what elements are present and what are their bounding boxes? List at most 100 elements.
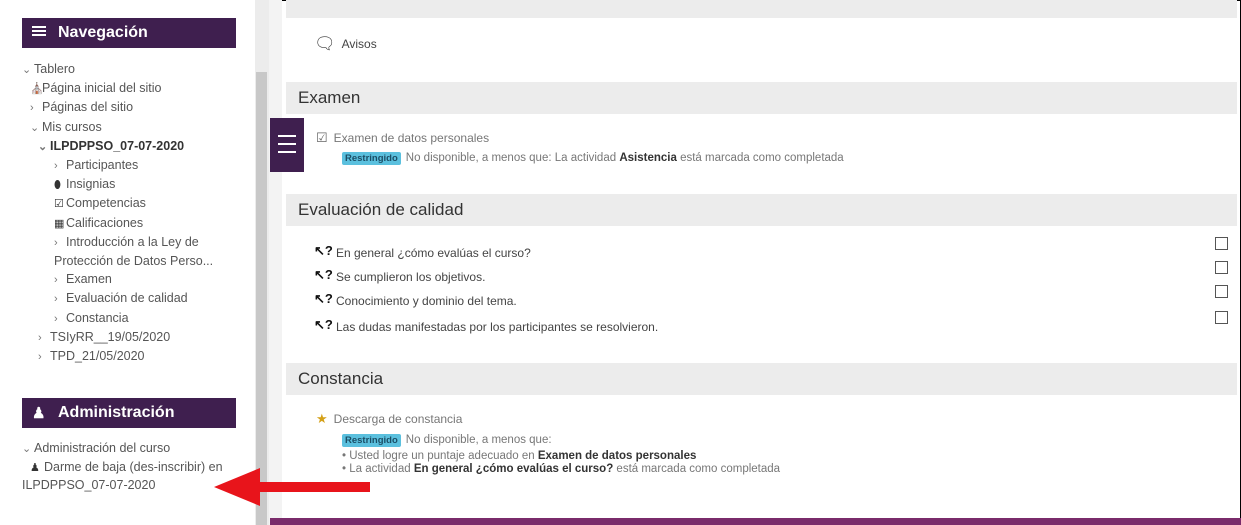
- completion-checkbox[interactable]: [1215, 237, 1228, 250]
- restriction-text: No disponible, a menos que: La actividad: [405, 152, 617, 164]
- hamburger-icon-bar: [278, 151, 296, 153]
- activity-examen-datos-personales[interactable]: ☑ Examen de datos personales: [316, 130, 489, 146]
- question-label: Se cumplieron los objetivos.: [336, 270, 486, 284]
- section-title: Examen: [298, 88, 361, 107]
- administration-tree: ⌄ Administración del curso ♟ Darme de baja…: [22, 440, 242, 495]
- condition-activity-name: Examen de datos personales: [537, 450, 697, 462]
- section-header-evaluacion: Evaluación de calidad: [286, 194, 1237, 226]
- feedback-icon: ↖?: [314, 291, 333, 306]
- chevron-down-icon: ⌄: [22, 443, 32, 455]
- question-label: Conocimiento y dominio del tema.: [336, 294, 517, 308]
- nav-item-mis-cursos[interactable]: ⌄ Mis cursos: [22, 118, 252, 137]
- question-label: Las dudas manifestadas por los participa…: [336, 320, 659, 334]
- nav-item-course-ilpdppso[interactable]: ⌄ ILPDPPSO_07-07-2020: [22, 137, 252, 156]
- nav-item-home[interactable]: ⛪Página inicial del sitio: [22, 79, 252, 98]
- nav-item-competencias[interactable]: ☑ Competencias: [22, 194, 252, 213]
- nav-item-calificaciones[interactable]: ▦ Calificaciones: [22, 214, 252, 233]
- status-badge: Restringido: [342, 434, 401, 447]
- table-icon: ▦: [54, 217, 65, 230]
- chevron-right-icon: ›: [30, 102, 34, 115]
- chevron-right-icon: ›: [54, 274, 58, 287]
- nav-item-insignias[interactable]: ⬮ Insignias: [22, 175, 252, 194]
- nav-item-label: Competencias: [66, 196, 146, 211]
- nav-item-label: Constancia: [66, 310, 129, 325]
- nav-item-paginas-del-sitio[interactable]: › Páginas del sitio: [22, 98, 252, 117]
- nav-item-label: Insignias: [66, 177, 116, 192]
- condition-activity-name: En general ¿cómo evalúas el curso?: [413, 463, 614, 475]
- list-item[interactable]: ↖? Se cumplieron los objetivos.: [314, 261, 1232, 285]
- left-sidebar: Navegación ⌄ Tablero ⛪Página inicial del …: [0, 0, 255, 525]
- unenrol-link-label: Darme de baja (des-inscribir) en ILPDPPS…: [22, 459, 223, 493]
- nav-item-constancia[interactable]: › Constancia: [22, 309, 252, 328]
- nav-item-label: Calificaciones: [66, 215, 144, 230]
- nav-item-label: Página inicial del sitio: [42, 81, 162, 96]
- annotation-arrow-icon: [214, 468, 370, 506]
- column-gap: [269, 0, 282, 525]
- chevron-down-icon: ⌄: [38, 140, 48, 153]
- nav-item-participantes[interactable]: › Participantes: [22, 156, 252, 175]
- completion-checkbox[interactable]: [1215, 261, 1228, 274]
- condition-text: Usted logre un puntaje adecuado en: [349, 450, 535, 462]
- chevron-right-icon: ›: [54, 236, 58, 249]
- avisos-activity[interactable]: 🗨 Avisos: [314, 34, 377, 54]
- drawer-toggle-button[interactable]: [270, 118, 304, 172]
- activity-descarga-constancia[interactable]: ★ Descarga de constancia: [316, 411, 462, 427]
- checkbox-icon: ☑: [54, 198, 64, 211]
- restriction-activity-name: Asistencia: [619, 152, 677, 164]
- nav-item-tablero[interactable]: ⌄ Tablero: [22, 60, 252, 79]
- restriction-note-constancia: Restringido No disponible, a menos que:: [342, 434, 552, 447]
- activity-label: Examen de datos personales: [333, 131, 490, 145]
- nav-item-evaluacion-de-calidad[interactable]: › Evaluación de calidad: [22, 289, 252, 308]
- list-item: • Usted logre un puntaje adecuado en Exa…: [342, 450, 697, 462]
- user-icon: ♟: [32, 405, 46, 422]
- certificate-icon: ★: [316, 411, 328, 426]
- list-item[interactable]: ↖? Conocimiento y dominio del tema.: [314, 285, 1232, 309]
- admin-item-unenrol[interactable]: ♟ Darme de baja (des-inscribir) en ILPDPP…: [22, 459, 232, 495]
- section-title: Constancia: [298, 369, 384, 388]
- restriction-text: está marcada como completada: [680, 152, 844, 164]
- restriction-conditions: • Usted logre un puntaje adecuado en Exa…: [342, 450, 780, 476]
- hamburger-icon: [32, 24, 58, 42]
- nav-item-label: Participantes: [66, 158, 139, 173]
- chevron-right-icon: ›: [38, 351, 42, 364]
- hamburger-icon-bar: [278, 135, 296, 137]
- feedback-icon: ↖?: [314, 267, 333, 282]
- completion-checkbox[interactable]: [1215, 311, 1228, 324]
- nav-item-course-tpd[interactable]: › TPD_21/05/2020: [22, 347, 252, 366]
- feedback-icon: ↖?: [314, 317, 333, 332]
- nav-item-label: TSIyRR__19/05/2020: [50, 329, 171, 344]
- avisos-label: Avisos: [341, 37, 377, 51]
- list-item[interactable]: ↖? En general ¿cómo evalúas el curso?: [314, 237, 1232, 261]
- administration-title: Administración: [58, 404, 175, 421]
- feedback-icon: ↖?: [314, 243, 333, 258]
- list-item[interactable]: ↖? Las dudas manifestadas por los partic…: [314, 311, 1232, 335]
- nav-item-label: Evaluación de calidad: [66, 291, 188, 306]
- navigation-title: Navegación: [58, 24, 148, 41]
- administration-block-header[interactable]: ♟ Administración: [22, 398, 236, 428]
- chevron-right-icon: ›: [54, 160, 58, 173]
- nav-item-label: ILPDPPSO_07-07-2020: [50, 138, 185, 153]
- hamburger-icon-bar: [278, 143, 296, 145]
- nav-item-label: Examen: [66, 272, 112, 287]
- nav-item-examen[interactable]: › Examen: [22, 270, 252, 289]
- speech-bubble-icon: 🗨: [314, 34, 336, 53]
- chevron-right-icon: ›: [54, 312, 58, 325]
- section-title: Evaluación de calidad: [298, 200, 464, 219]
- admin-item-course-admin[interactable]: ⌄ Administración del curso: [22, 440, 242, 459]
- nav-item-introduccion[interactable]: › Introducción a la Ley de Protección de …: [22, 233, 224, 270]
- sidebar-scrollbar-thumb[interactable]: [256, 72, 267, 525]
- quiz-icon: ☑: [316, 130, 328, 145]
- section-header-examen: Examen: [286, 82, 1237, 114]
- navigation-block-header[interactable]: Navegación: [22, 18, 236, 48]
- chevron-right-icon: ›: [54, 293, 58, 306]
- chevron-right-icon: ›: [38, 331, 42, 344]
- nav-item-course-tsiyrr[interactable]: › TSIyRR__19/05/2020: [22, 328, 252, 347]
- home-icon: ⛪: [30, 83, 44, 96]
- nav-item-label: Introducción a la Ley de Protección de D…: [54, 234, 214, 269]
- restriction-text: No disponible, a menos que:: [405, 434, 552, 446]
- nav-item-label: Mis cursos: [42, 119, 102, 134]
- list-item: • La actividad En general ¿cómo evalúas …: [342, 463, 781, 475]
- nav-item-label: Tablero: [34, 62, 75, 76]
- completion-checkbox[interactable]: [1215, 285, 1228, 298]
- navigation-tree: ⌄ Tablero ⛪Página inicial del sitio › Pági…: [22, 60, 252, 366]
